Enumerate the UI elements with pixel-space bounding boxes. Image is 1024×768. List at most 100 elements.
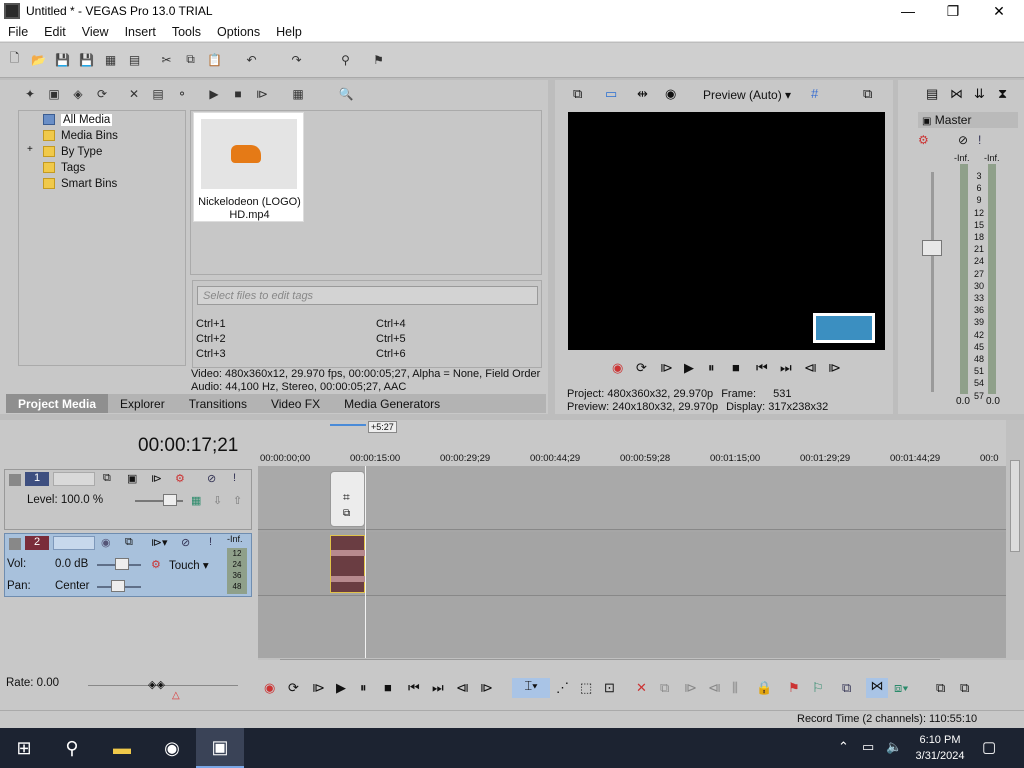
play-from-start-icon[interactable]: ⧐	[312, 680, 325, 696]
mixer-split-icon[interactable]: ⋈	[950, 86, 963, 102]
capture-video-icon[interactable]: ▣	[46, 86, 62, 102]
save-as-icon[interactable]: 💾	[78, 51, 95, 68]
automation-mode-dropdown[interactable]: Touch ▾	[169, 558, 209, 572]
arm-record-icon[interactable]: ◉	[101, 536, 111, 549]
get-media-icon[interactable]: ◈	[70, 86, 86, 102]
media-thumbnail-item[interactable]: Nickelodeon (LOGO) HD.mp4	[193, 112, 304, 222]
audio-track-header[interactable]: 2 ◉ ⧉ ⧐▾ ⊘ ! -Inf. 12 24 36 48 Vol: 0.0 …	[4, 533, 252, 597]
refresh-icon[interactable]: ⟳	[94, 86, 110, 102]
trim-start-icon[interactable]: ⧐	[684, 680, 697, 696]
grid-icon[interactable]: #	[811, 86, 818, 101]
play-icon[interactable]: ▶	[336, 680, 346, 696]
previous-frame-icon[interactable]: ⧏	[456, 680, 469, 696]
import-media-icon[interactable]: ✦	[22, 86, 38, 102]
trim-icon[interactable]: ⧉	[660, 680, 669, 696]
menu-tools[interactable]: Tools	[164, 25, 209, 39]
open-icon[interactable]: 📂	[30, 51, 47, 68]
copy-icon[interactable]: ⧉	[182, 51, 199, 68]
tab-video-fx[interactable]: Video FX	[259, 394, 332, 413]
track-motion-icon[interactable]: ⧉	[103, 472, 111, 485]
track-fx-chain-icon[interactable]: ⚙	[151, 558, 161, 571]
overlays-icon[interactable]: ◉	[665, 86, 676, 102]
menu-insert[interactable]: Insert	[117, 25, 164, 39]
notifications-icon[interactable]: ▢	[982, 738, 996, 756]
whats-this-icon[interactable]: ⚑	[370, 51, 387, 68]
track-minimize-icon[interactable]	[9, 474, 21, 486]
vegas-taskbar-icon[interactable]: ▣	[196, 728, 244, 768]
chrome-icon[interactable]: ◉	[148, 728, 196, 768]
solo-icon[interactable]: !	[233, 472, 236, 484]
compositing-icon[interactable]: ▣	[127, 472, 137, 485]
new-project-icon[interactable]: 🗋	[6, 51, 23, 68]
tab-transitions[interactable]: Transitions	[177, 394, 259, 413]
pan-slider-handle[interactable]	[111, 580, 125, 592]
next-frame-icon[interactable]: ⧐	[828, 360, 841, 376]
cut-icon[interactable]: ✂	[158, 51, 175, 68]
preview-quality-dropdown[interactable]: Preview (Auto) ▾	[703, 88, 791, 102]
auto-ripple-icon[interactable]: ⧉	[842, 680, 851, 696]
track-fx-icon[interactable]: ⧐	[151, 472, 162, 485]
track-fx-chain-icon[interactable]: ⚙	[175, 472, 185, 485]
next-frame-icon[interactable]: ⧐	[480, 680, 493, 696]
ignore-grouping-icon[interactable]: ⧉	[936, 680, 945, 696]
make-child-icon[interactable]: ⇩	[213, 494, 222, 507]
vertical-scrollbar[interactable]	[1006, 420, 1024, 658]
solo-icon[interactable]: !	[209, 536, 212, 548]
tree-item-by-type[interactable]: By Type	[43, 144, 102, 159]
file-explorer-icon[interactable]: ▬	[98, 728, 146, 768]
remove-media-icon[interactable]: ✕	[126, 86, 142, 102]
tree-item-media-bins[interactable]: Media Bins	[43, 128, 118, 143]
loop-icon[interactable]: ⟳	[636, 360, 647, 376]
rate-slider-handle[interactable]: ◈◈	[148, 678, 165, 691]
redo-icon[interactable]: ↷	[288, 51, 305, 68]
pause-icon[interactable]: ⏸	[360, 680, 367, 696]
close-button[interactable]: ✕	[976, 0, 1022, 22]
media-properties-icon[interactable]: ▤	[150, 86, 166, 102]
timeline-tracks-area[interactable]: ⌗ ⧉	[258, 466, 1006, 658]
video-track-header[interactable]: 1 ⧉ ▣ ⧐ ⚙ ⊘ ! Level: 100.0 % ▦ ⇩ ⇧	[4, 469, 252, 530]
track-minimize-icon[interactable]	[9, 538, 21, 550]
properties-icon[interactable]: ▤	[126, 51, 143, 68]
mixer-dim-icon[interactable]: ⧗	[998, 86, 1007, 102]
mute-icon[interactable]: ⊘	[207, 472, 216, 485]
volume-slider-handle[interactable]	[115, 558, 129, 570]
insert-marker-icon[interactable]: ⚑	[788, 680, 800, 696]
lock-envelopes-icon[interactable]: ⧈▾	[894, 680, 909, 696]
track-name-input[interactable]	[53, 536, 95, 550]
selection-edit-tool-icon[interactable]: ⬚	[580, 680, 592, 696]
auto-preview-icon[interactable]: ⧐	[254, 86, 270, 102]
stop-icon[interactable]: ■	[732, 360, 740, 375]
master-mute-icon[interactable]: ⊘	[958, 133, 968, 147]
enable-snapping-icon[interactable]: ⚲	[337, 51, 354, 68]
clock[interactable]: 6:10 PM 3/31/2024	[908, 732, 972, 764]
make-parent-icon[interactable]: ⇧	[233, 494, 242, 507]
lock-icon[interactable]: 🔒	[756, 680, 772, 696]
preview-fx-icon[interactable]: ⧉	[573, 86, 582, 102]
menu-options[interactable]: Options	[209, 25, 268, 39]
record-icon[interactable]: ◉	[612, 360, 623, 376]
search-icon[interactable]: ⚲	[48, 728, 96, 768]
master-solo-icon[interactable]: !	[978, 133, 981, 147]
vertical-scroll-thumb[interactable]	[1010, 460, 1020, 552]
stop-icon[interactable]: ■	[384, 680, 392, 695]
fx-icon[interactable]: ⧉	[343, 508, 350, 519]
network-icon[interactable]: ▭	[862, 739, 874, 755]
volume-icon[interactable]: 🔈	[886, 739, 902, 755]
minimize-button[interactable]: —	[885, 0, 931, 22]
insert-region-icon[interactable]: ⚐	[812, 680, 824, 696]
time-ruler[interactable]: 00:00:00;00 00:00:15:00 00:00:29;29 00:0…	[258, 450, 1006, 466]
envelope-edit-tool-icon[interactable]: ⋰	[556, 680, 569, 696]
mixer-properties-icon[interactable]: ▤	[926, 86, 938, 102]
menu-edit[interactable]: Edit	[36, 25, 74, 39]
track-fx-icon[interactable]: ⧉	[125, 536, 133, 549]
search-icon[interactable]: 🔍	[338, 86, 354, 102]
render-icon[interactable]: ▦	[102, 51, 119, 68]
mute-icon[interactable]: ⊘	[181, 536, 190, 549]
mixer-downmix-icon[interactable]: ⇊	[974, 86, 985, 102]
show-hidden-icons[interactable]: ⌃	[838, 739, 849, 755]
pause-icon[interactable]: ⏸	[708, 360, 715, 376]
auto-crossfade-icon[interactable]: ⋈	[866, 678, 888, 698]
views-icon[interactable]: ▦	[290, 86, 306, 102]
delete-icon[interactable]: ✕	[636, 680, 647, 696]
copy-snapshot-icon[interactable]: ⧉	[863, 86, 872, 102]
